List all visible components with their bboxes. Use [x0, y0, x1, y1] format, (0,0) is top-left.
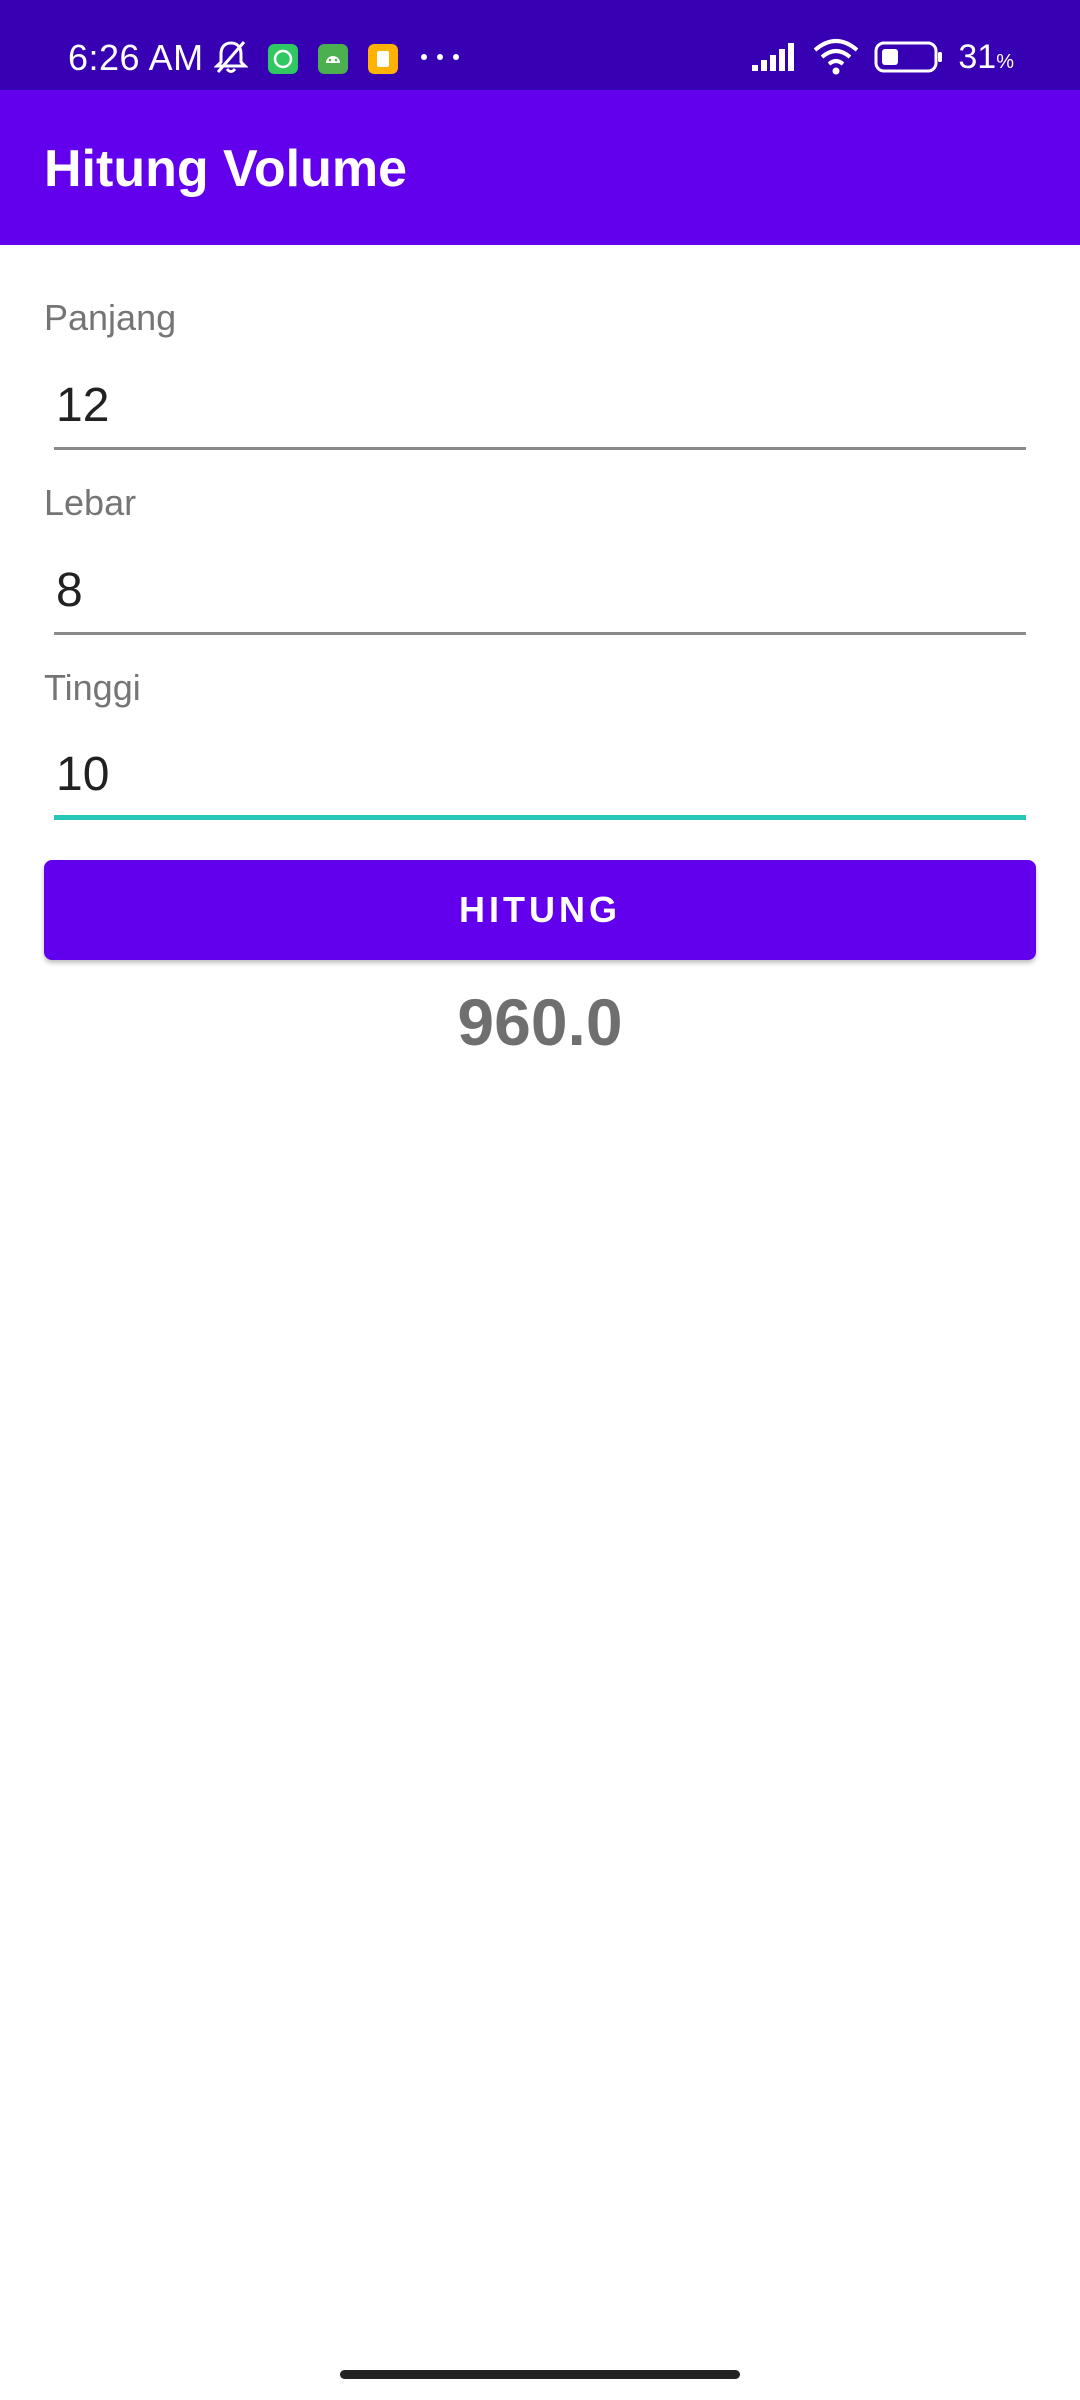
panjang-label: Panjang [44, 297, 177, 338]
signal-icon [750, 41, 798, 78]
system-icons: 31% [750, 38, 1014, 80]
app-bar: Hitung Volume [0, 90, 1080, 245]
tinggi-label: Tinggi [44, 667, 141, 708]
home-indicator[interactable] [340, 2370, 740, 2379]
whatsapp-icon [268, 44, 298, 74]
notification-icons [213, 38, 462, 80]
lebar-label: Lebar [44, 482, 137, 523]
lebar-input[interactable] [54, 549, 1026, 635]
status-bar: 6:26 AM 31% [0, 0, 1080, 90]
app-title: Hitung Volume [44, 140, 408, 198]
more-dots-icon [418, 50, 462, 68]
wifi-icon [812, 38, 860, 81]
note-icon [368, 44, 398, 74]
android-icon [318, 44, 348, 74]
status-time: 6:26 AM [68, 37, 204, 78]
tinggi-input[interactable] [54, 734, 1026, 820]
bell-off-icon [213, 39, 249, 80]
hitung-button[interactable]: HITUNG [44, 860, 1036, 960]
battery-percent: 31% [958, 37, 1014, 76]
panjang-input[interactable] [54, 364, 1026, 450]
battery-icon [874, 40, 944, 79]
volume-result: 960.0 [457, 985, 623, 1059]
